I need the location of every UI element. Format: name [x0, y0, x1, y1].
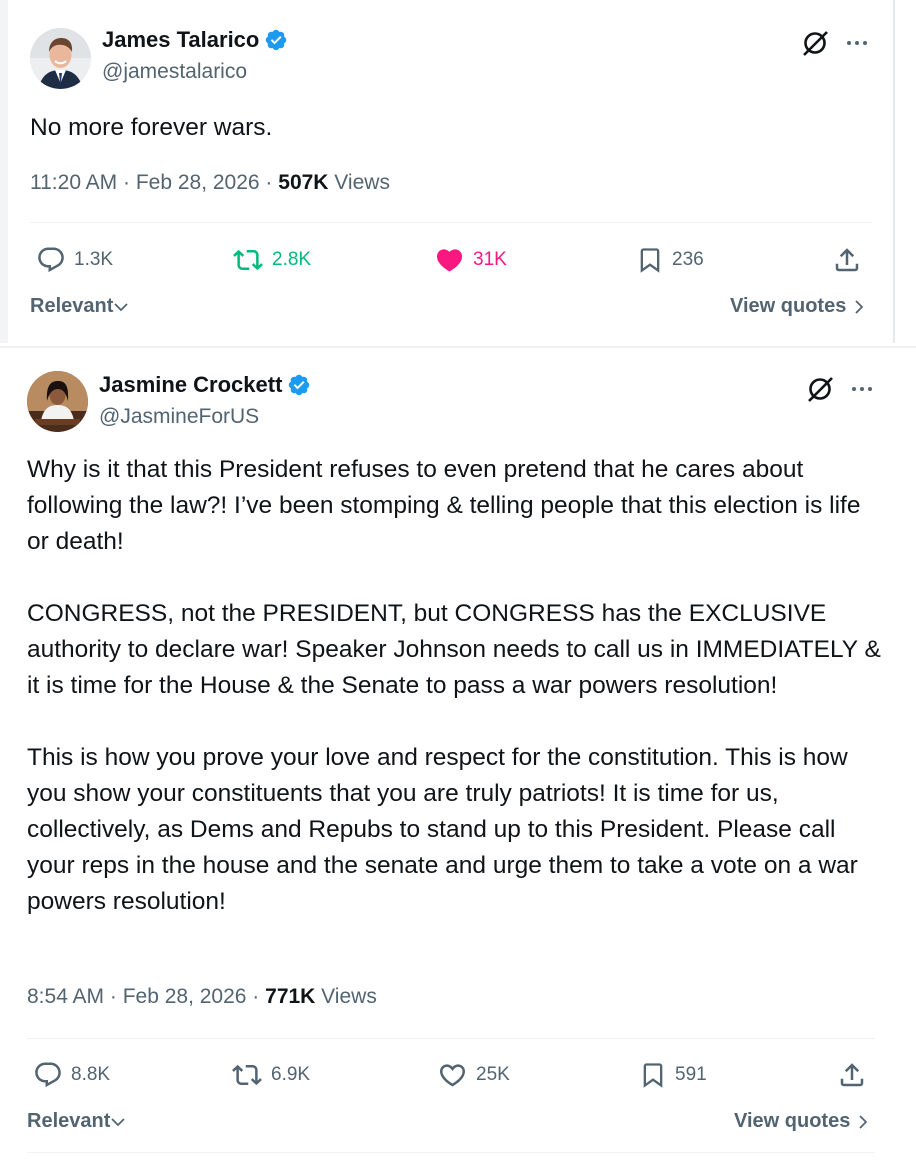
tweet-text: Why is it that this President refuses to…: [27, 456, 881, 915]
display-name[interactable]: James Talarico: [102, 27, 288, 53]
share-button[interactable]: [832, 245, 870, 275]
tweet-card-talarico[interactable]: James Talarico @jamestalarico No more fo…: [0, 0, 916, 343]
like-count: 25K: [476, 1064, 510, 1085]
verified-badge-icon: [266, 29, 287, 51]
tweet-text: No more forever wars.: [30, 114, 273, 141]
display-name-text[interactable]: Jasmine Crockett: [99, 372, 282, 398]
reply-icon: [38, 247, 64, 273]
relevant-dropdown[interactable]: Relevant: [27, 1110, 126, 1133]
top-actions: [806, 374, 874, 404]
like-count: 31K: [473, 249, 507, 270]
share-icon: [835, 248, 859, 272]
avatar[interactable]: [30, 28, 91, 89]
bookmark-count: 591: [675, 1064, 707, 1085]
view-quotes-link[interactable]: View quotes: [734, 1110, 871, 1133]
reply-count: 1.3K: [74, 249, 114, 270]
bookmark-icon: [640, 248, 660, 273]
reply-icon: [35, 1062, 61, 1088]
repost-button[interactable]: 6.9K: [231, 1060, 310, 1090]
avatar[interactable]: [27, 371, 88, 432]
right-edge: [893, 0, 895, 343]
repost-count: 2.8K: [272, 249, 312, 270]
views-count: 771K: [265, 985, 316, 1008]
chevron-down-icon: [114, 302, 129, 311]
reply-count: 8.8K: [71, 1064, 111, 1085]
top-edge: [0, 346, 916, 348]
like-button[interactable]: 31K: [434, 245, 507, 275]
action-bar: 1.3K 2.8K 31K 236: [30, 241, 872, 281]
repost-count: 6.9K: [271, 1064, 311, 1085]
divider: [27, 1038, 875, 1039]
view-quotes-label: View quotes: [734, 1110, 851, 1132]
share-icon: [840, 1063, 864, 1087]
relevant-label: Relevant: [27, 1110, 111, 1132]
repost-button[interactable]: 2.8K: [232, 245, 311, 275]
repost-icon: [232, 1064, 262, 1086]
bookmark-icon: [643, 1063, 663, 1088]
reply-button[interactable]: 8.8K: [33, 1060, 110, 1090]
like-button[interactable]: 25K: [437, 1060, 510, 1090]
heart-icon: [436, 249, 463, 272]
tweet-meta: 8:54 AM · Feb 28, 2026 · 771K Views: [27, 985, 377, 1009]
handle[interactable]: @JasmineForUS: [99, 405, 259, 429]
more-options-icon[interactable]: [845, 31, 869, 55]
view-quotes-link[interactable]: View quotes: [730, 295, 867, 318]
reply-button[interactable]: 1.3K: [36, 245, 113, 275]
grok-icon[interactable]: [801, 28, 831, 58]
handle[interactable]: @jamestalarico: [102, 60, 247, 84]
bottom-divider: [27, 1152, 875, 1153]
bookmark-button[interactable]: 591: [639, 1060, 707, 1090]
more-options-icon[interactable]: [850, 377, 874, 401]
grok-icon[interactable]: [806, 374, 836, 404]
heart-icon: [439, 1064, 466, 1087]
action-bar: 8.8K 6.9K 25K 591: [27, 1056, 875, 1096]
view-quotes-label: View quotes: [730, 295, 847, 317]
timestamp[interactable]: 11:20 AM · Feb 28, 2026 ·: [30, 171, 278, 194]
chevron-right-icon: [859, 1114, 868, 1129]
display-name[interactable]: Jasmine Crockett: [99, 372, 311, 398]
verified-badge-icon: [289, 374, 310, 396]
bookmark-button[interactable]: 236: [636, 245, 704, 275]
repost-icon: [233, 249, 263, 271]
chevron-right-icon: [855, 299, 864, 314]
share-button[interactable]: [837, 1060, 875, 1090]
display-name-text[interactable]: James Talarico: [102, 27, 259, 53]
timestamp[interactable]: 8:54 AM · Feb 28, 2026 ·: [27, 985, 265, 1008]
views-label: Views: [315, 985, 377, 1008]
bookmark-count: 236: [672, 249, 704, 270]
tweet-card-crockett[interactable]: Jasmine Crockett @JasmineForUS Why is it…: [0, 346, 916, 1160]
left-edge: [0, 0, 8, 343]
chevron-down-icon: [111, 1117, 126, 1126]
top-actions: [801, 28, 869, 58]
tweet-meta: 11:20 AM · Feb 28, 2026 · 507K Views: [30, 171, 390, 195]
relevant-label: Relevant: [30, 295, 114, 317]
divider: [30, 222, 872, 223]
views-count: 507K: [278, 171, 329, 194]
relevant-dropdown[interactable]: Relevant: [30, 295, 129, 318]
views-label: Views: [328, 171, 390, 194]
